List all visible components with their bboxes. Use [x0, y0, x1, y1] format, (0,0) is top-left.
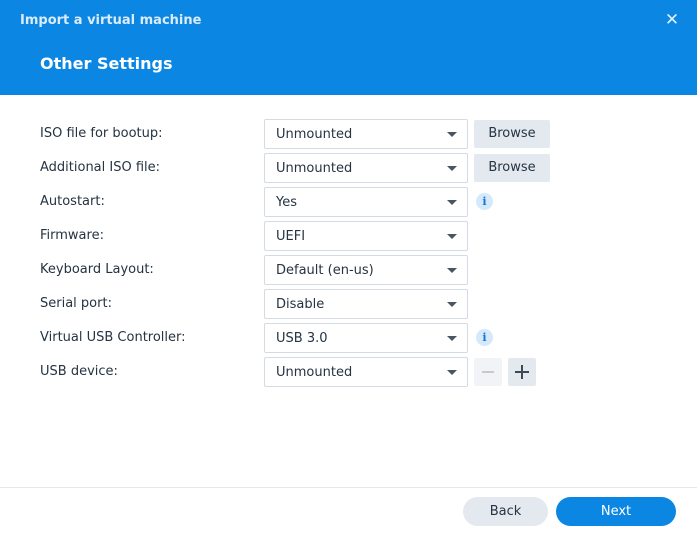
serial-port-row: Serial port: Disable — [0, 289, 697, 319]
next-button[interactable]: Next — [556, 497, 676, 526]
autostart-row: Autostart: Yes i — [0, 187, 697, 217]
select-value: USB 3.0 — [276, 331, 328, 346]
keyboard-layout-row: Keyboard Layout: Default (en-us) — [0, 255, 697, 285]
chevron-down-icon — [447, 132, 457, 137]
autostart-select[interactable]: Yes — [264, 187, 468, 217]
info-icon[interactable]: i — [476, 193, 493, 210]
plus-icon[interactable] — [508, 358, 536, 386]
keyboard-layout-label: Keyboard Layout: — [40, 262, 154, 277]
select-value: Disable — [276, 297, 325, 312]
autostart-label: Autostart: — [40, 194, 105, 209]
usb-controller-row: Virtual USB Controller: USB 3.0 i — [0, 323, 697, 353]
usb-device-select[interactable]: Unmounted — [264, 357, 468, 387]
iso-bootup-select[interactable]: Unmounted — [264, 119, 468, 149]
chevron-down-icon — [447, 302, 457, 307]
page-title: Other Settings — [40, 54, 173, 73]
serial-port-select[interactable]: Disable — [264, 289, 468, 319]
browse-additional-iso-button[interactable]: Browse — [474, 154, 550, 182]
footer-divider — [0, 487, 697, 488]
usb-device-row: USB device: Unmounted — [0, 357, 697, 387]
keyboard-layout-select[interactable]: Default (en-us) — [264, 255, 468, 285]
back-button[interactable]: Back — [463, 497, 548, 526]
info-icon[interactable]: i — [476, 329, 493, 346]
select-value: Unmounted — [276, 161, 353, 176]
dialog-header: Import a virtual machine ✕ Other Setting… — [0, 0, 697, 95]
firmware-label: Firmware: — [40, 228, 104, 243]
additional-iso-label: Additional ISO file: — [40, 160, 161, 175]
iso-bootup-row: ISO file for bootup: Unmounted Browse — [0, 119, 697, 149]
browse-iso-bootup-button[interactable]: Browse — [474, 120, 550, 148]
chevron-down-icon — [447, 268, 457, 273]
select-value: UEFI — [276, 229, 306, 244]
iso-bootup-label: ISO file for bootup: — [40, 126, 163, 141]
window-title: Import a virtual machine — [20, 13, 202, 28]
close-icon[interactable]: ✕ — [662, 10, 682, 30]
chevron-down-icon — [447, 200, 457, 205]
chevron-down-icon — [447, 234, 457, 239]
chevron-down-icon — [447, 336, 457, 341]
chevron-down-icon — [447, 166, 457, 171]
minus-icon[interactable] — [474, 358, 502, 386]
additional-iso-select[interactable]: Unmounted — [264, 153, 468, 183]
select-value: Unmounted — [276, 365, 353, 380]
usb-controller-select[interactable]: USB 3.0 — [264, 323, 468, 353]
serial-port-label: Serial port: — [40, 296, 112, 311]
select-value: Unmounted — [276, 127, 353, 142]
chevron-down-icon — [447, 370, 457, 375]
usb-device-label: USB device: — [40, 364, 118, 379]
firmware-select[interactable]: UEFI — [264, 221, 468, 251]
usb-controller-label: Virtual USB Controller: — [40, 330, 186, 345]
additional-iso-row: Additional ISO file: Unmounted Browse — [0, 153, 697, 183]
select-value: Yes — [276, 195, 297, 210]
select-value: Default (en-us) — [276, 263, 374, 278]
firmware-row: Firmware: UEFI — [0, 221, 697, 251]
